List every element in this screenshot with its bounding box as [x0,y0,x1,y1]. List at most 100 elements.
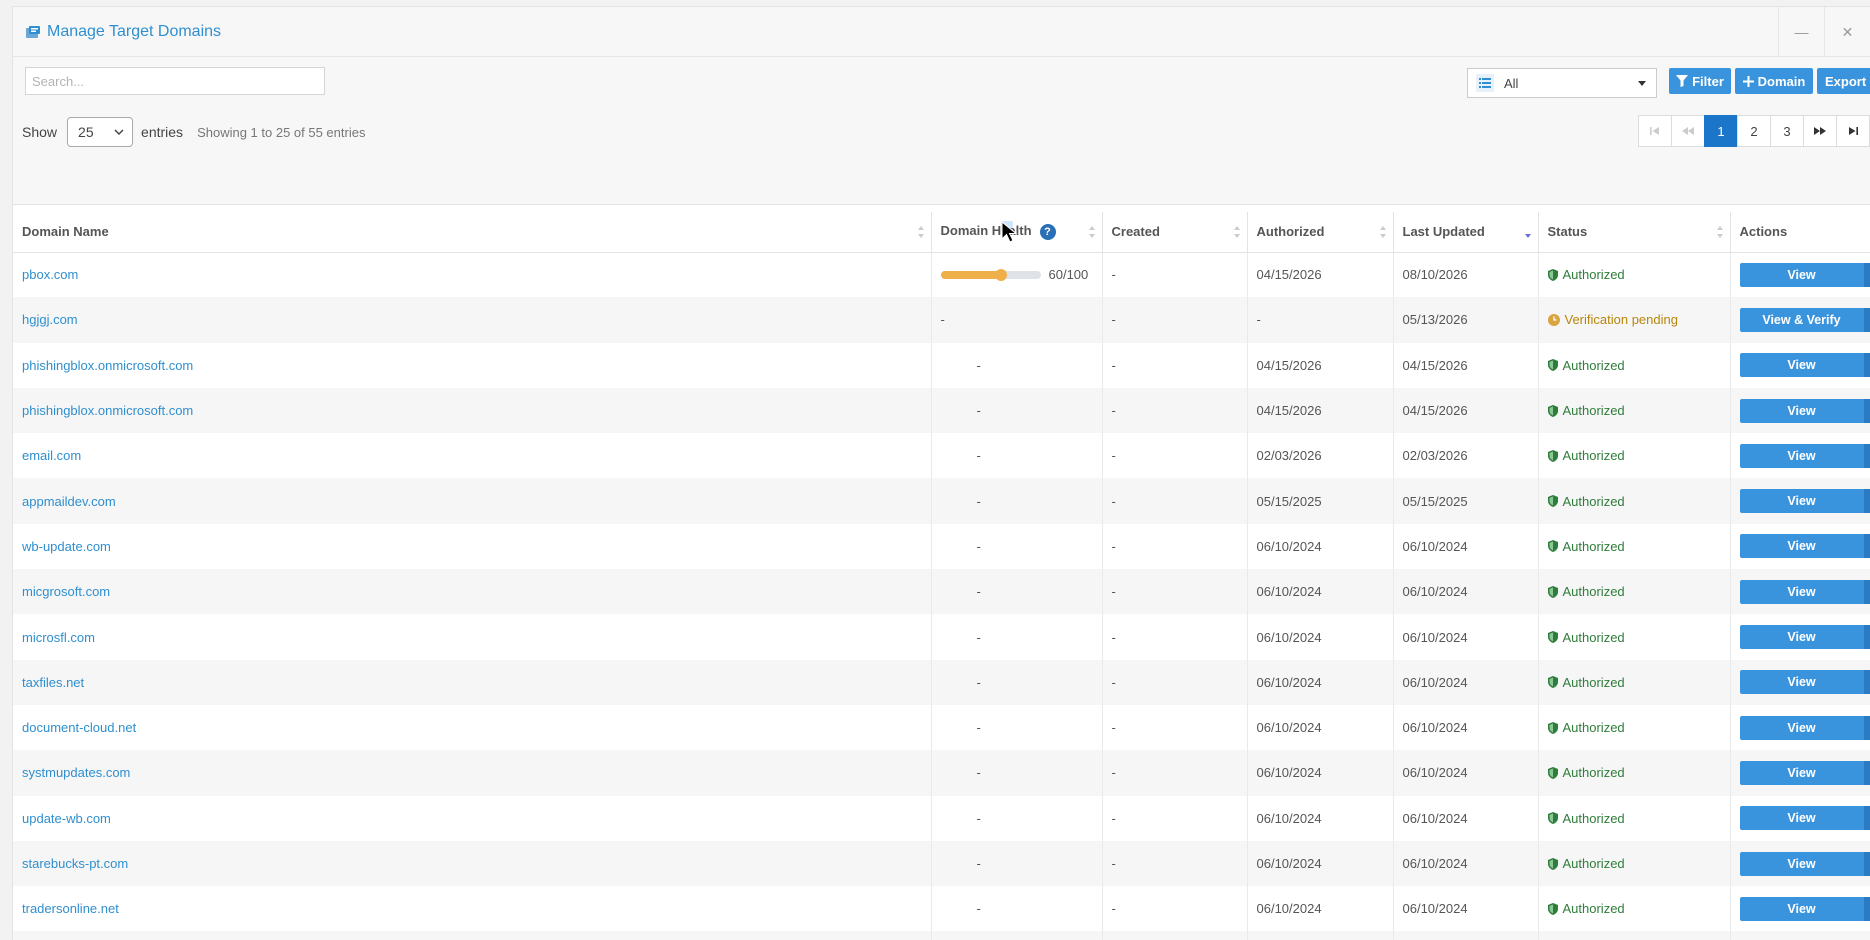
domain-link[interactable]: wb-update.com [13,523,932,570]
domains-icon [25,25,41,39]
page-length-select[interactable]: 25 [67,117,134,147]
view-button[interactable]: View [1739,806,1864,831]
view-button[interactable]: View [1739,398,1864,423]
page-3-button[interactable]: 3 [1770,115,1804,147]
updated-cell: 06/10/2024 [1393,659,1539,705]
action-dropdown-button[interactable] [1863,896,1870,921]
action-group: View [1739,443,1870,468]
action-dropdown-button[interactable] [1863,307,1870,332]
column-domain-name[interactable]: Domain Name [13,212,932,253]
caret-down-icon [1638,81,1646,86]
table-row: tradersonline.net - - 06/10/2024 06/10/2… [13,886,1870,932]
view-button[interactable]: View [1739,262,1864,287]
created-cell: - [1102,659,1248,705]
updated-cell: 04/15/2026 [1393,342,1539,388]
column-last-updated[interactable]: Last Updated [1393,212,1539,253]
view-button[interactable]: View [1739,534,1864,559]
shield-icon [1547,359,1558,372]
action-dropdown-button[interactable] [1863,353,1870,378]
next-page-icon[interactable] [1803,115,1837,147]
action-dropdown-button[interactable] [1863,670,1870,695]
domain-link[interactable]: taxfiles.net [13,659,932,705]
action-dropdown-button[interactable] [1863,534,1870,559]
domain-link[interactable]: http://prodemocrats.com/ [13,931,932,940]
health-cell: 60/100 [931,252,1103,298]
domain-link[interactable]: document-cloud.net [13,704,932,751]
domain-link[interactable]: hgjgj.com [13,297,932,343]
page-1-button[interactable]: 1 [1704,115,1738,147]
view-button[interactable]: View [1739,625,1864,650]
filter-button[interactable]: Filter [1669,68,1731,94]
domain-link[interactable]: pbox.com [13,252,932,298]
last-page-icon[interactable] [1836,115,1870,147]
authorized-cell: 05/15/2025 [1247,478,1394,524]
view-button[interactable]: View [1739,489,1864,514]
status-text: Verification pending [1564,312,1678,328]
domain-link[interactable]: starebucks-pt.com [13,840,932,887]
view-button[interactable]: View [1739,760,1864,785]
action-group: View [1739,896,1870,921]
export-button[interactable]: Export [1817,68,1870,94]
action-dropdown-button[interactable] [1863,262,1870,287]
updated-cell: 06/10/2024 [1393,523,1539,570]
view-button[interactable]: View & Verify [1739,307,1864,332]
health-cell: - [931,387,1103,434]
first-page-icon[interactable] [1638,115,1672,147]
action-dropdown-button[interactable] [1863,806,1870,831]
domain-link[interactable]: tradersonline.net [13,886,932,932]
page-2-button[interactable]: 2 [1737,115,1771,147]
add-domain-button[interactable]: Domain [1735,68,1813,94]
status-badge: Authorized [1547,811,1721,826]
health-cell: - [931,840,1103,887]
action-dropdown-button[interactable] [1863,851,1870,876]
minimize-icon[interactable]: — [1778,7,1824,57]
action-dropdown-button[interactable] [1863,715,1870,740]
view-button[interactable]: View [1739,896,1864,921]
health-cell: - [931,750,1103,796]
domain-link[interactable]: phishingblox.onmicrosoft.com [13,342,932,388]
status-cell: Authorized [1538,433,1731,479]
updated-cell: 08/10/2026 [1393,252,1539,298]
authorized-cell: 06/10/2024 [1247,614,1394,660]
domain-link[interactable]: email.com [13,433,932,479]
column-status[interactable]: Status [1538,212,1731,253]
status-badge: Authorized [1547,901,1721,917]
action-dropdown-button[interactable] [1863,625,1870,650]
health-bar-fill [940,270,1001,279]
column-label: Actions [1739,224,1788,240]
action-dropdown-button[interactable] [1863,443,1870,468]
close-icon[interactable]: ✕ [1824,7,1870,57]
action-dropdown-button[interactable] [1863,579,1870,604]
action-group: View [1739,760,1870,785]
shield-icon [1547,540,1558,553]
plus-icon [1742,75,1754,87]
view-button[interactable]: View [1739,353,1864,378]
health-meter: 60/100 [940,267,1093,282]
domain-link[interactable]: microsfl.com [13,614,932,660]
domain-link[interactable]: systmupdates.com [13,750,932,796]
view-button[interactable]: View [1739,579,1864,604]
domain-link[interactable]: phishingblox.onmicrosoft.com [13,387,932,434]
status-text: Authorized [1562,901,1625,917]
shield-icon [1547,902,1558,915]
previous-page-icon[interactable] [1671,115,1705,147]
column-authorized[interactable]: Authorized [1247,212,1394,253]
view-button[interactable]: View [1739,715,1864,740]
action-dropdown-button[interactable] [1863,398,1870,423]
action-dropdown-button[interactable] [1863,760,1870,785]
type-filter-select[interactable]: All [1467,68,1657,98]
view-button[interactable]: View [1739,443,1864,468]
view-button[interactable]: View [1739,851,1864,876]
help-icon[interactable]: ? [1039,224,1056,241]
domain-link[interactable]: update-wb.com [13,795,932,841]
column-created[interactable]: Created [1102,212,1248,253]
domain-link[interactable]: appmaildev.com [13,478,932,524]
authorized-cell: 06/10/2024 [1247,931,1394,940]
health-bar-knob[interactable] [994,268,1007,281]
view-button[interactable]: View [1739,670,1864,695]
domain-link[interactable]: micgrosoft.com [13,569,932,615]
authorized-cell: 06/10/2024 [1247,795,1394,841]
health-bar[interactable] [940,268,1041,281]
action-dropdown-button[interactable] [1863,489,1870,514]
search-input[interactable] [25,67,325,95]
